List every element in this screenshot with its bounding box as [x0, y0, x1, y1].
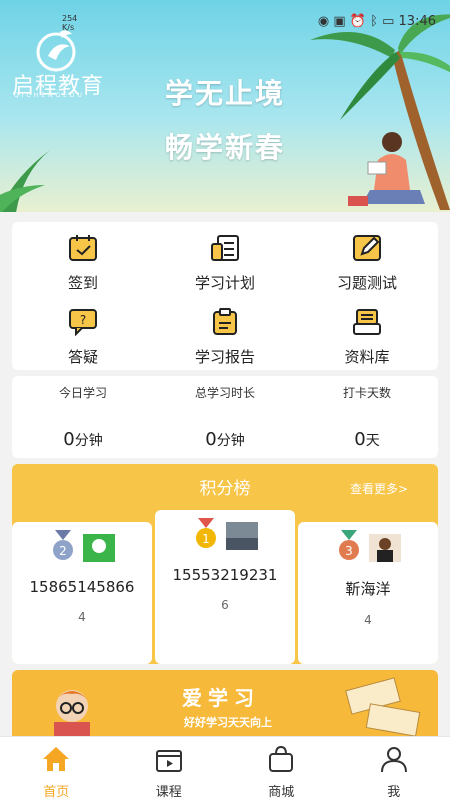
rank-score: 6 — [221, 598, 229, 612]
silver-medal-icon: 2 — [53, 530, 74, 560]
rank-third[interactable]: 3 靳海洋 4 — [298, 522, 438, 664]
home-icon — [43, 747, 70, 771]
stat-unit: 分钟 — [216, 433, 245, 449]
avatar — [82, 534, 115, 562]
reading-girl-illustration — [348, 132, 425, 206]
rank-name: 15865145866 — [29, 578, 135, 596]
rank-name: 15553219231 — [172, 566, 278, 584]
stat-title: 打卡天数 — [342, 386, 391, 400]
feature-study-plan[interactable]: 学习计划 — [154, 222, 296, 296]
rank-score: 4 — [78, 610, 86, 624]
stat-value: 0 — [354, 429, 366, 450]
stat-unit: 分钟 — [74, 433, 103, 449]
feature-library[interactable]: 资料库 — [296, 296, 438, 370]
rank-number: 2 — [60, 544, 68, 558]
tab-label: 商城 — [268, 785, 295, 800]
svg-text:?: ? — [80, 313, 86, 327]
tab-label: 课程 — [155, 785, 182, 800]
rank-second[interactable]: 2 15865145866 4 — [12, 522, 152, 664]
edit-test-icon — [353, 235, 381, 261]
rank-number: 3 — [346, 544, 354, 558]
feature-label: 资料库 — [344, 348, 390, 366]
rank-score: 4 — [364, 613, 372, 627]
shopping-bag-icon — [269, 745, 294, 772]
stat-unit: 天 — [365, 433, 380, 449]
report-clipboard-icon — [213, 308, 237, 335]
feature-label: 签到 — [67, 274, 98, 292]
tab-me[interactable]: 我 — [338, 737, 450, 800]
feature-label: 答疑 — [67, 348, 98, 366]
student-reading-illustration — [54, 690, 90, 740]
eye-icon: ◉ — [317, 14, 330, 29]
bronze-medal-icon: 3 — [339, 530, 360, 560]
brand-sub: QICHENGEDU — [14, 92, 85, 99]
feature-label: 学习计划 — [194, 274, 255, 292]
study-stats: 今日学习 0分钟 总学习时长 0分钟 打卡天数 0天 — [12, 376, 438, 458]
stat-value: 0 — [205, 429, 217, 450]
leaderboard: 积分榜 查看更多> 2 15865145866 4 1 15553219231 … — [12, 464, 438, 664]
slogan-line2: 畅学新春 — [165, 131, 286, 164]
calendar-check-icon — [69, 235, 97, 261]
gold-medal-icon: 1 — [196, 518, 217, 548]
question-chat-icon: ? — [69, 309, 97, 337]
feature-label: 习题测试 — [336, 274, 397, 292]
stat-total: 总学习时长 0分钟 — [154, 376, 296, 458]
feature-study-report[interactable]: 学习报告 — [154, 296, 296, 370]
status-time: 13:46 — [398, 14, 436, 29]
scrolls-illustration — [345, 677, 421, 737]
archive-tray-icon — [353, 309, 381, 335]
palm-leaf-decoration — [0, 150, 50, 212]
user-icon — [380, 747, 407, 773]
tab-label: 首页 — [43, 785, 70, 800]
plan-list-icon — [211, 235, 239, 261]
brand-logo-icon — [36, 30, 76, 72]
battery-icon: ▭ — [382, 14, 395, 29]
feature-grid: 签到 学习计划 习题测试 ? 答疑 学习报告 资料库 — [12, 222, 438, 370]
hero-banner: 254 K/s ◉ ▣ ⏰ ᛒ ▭ 13:46 启程教育 QICHENGEDU 学… — [0, 0, 450, 212]
rank-number: 1 — [203, 532, 211, 546]
stat-checkin-days: 打卡天数 0天 — [296, 376, 438, 458]
promo-title: 爱学习 — [182, 686, 260, 710]
stat-title: 总学习时长 — [194, 386, 255, 400]
promo-banner[interactable]: 爱学习 好好学习天天向上 — [12, 670, 438, 740]
tab-shop[interactable]: 商城 — [225, 737, 338, 800]
feature-sign-in[interactable]: 签到 — [12, 222, 154, 296]
nfc-icon: ▣ — [333, 14, 346, 29]
slogan-line1: 学无止境 — [165, 77, 286, 110]
bottom-tab-bar: 首页 课程 商城 我 — [0, 736, 450, 800]
feature-label: 学习报告 — [194, 348, 255, 366]
tab-label: 我 — [387, 785, 401, 800]
view-more-link[interactable]: 查看更多> — [350, 480, 408, 497]
tab-home[interactable]: 首页 — [0, 737, 113, 800]
alarm-icon: ⏰ — [349, 14, 366, 29]
avatar — [368, 534, 401, 562]
promo-subtitle: 好好学习天天向上 — [184, 716, 272, 729]
video-clapper-icon — [155, 750, 182, 772]
stat-title: 今日学习 — [58, 386, 107, 400]
stat-today: 今日学习 0分钟 — [12, 376, 154, 458]
rank-first[interactable]: 1 15553219231 6 — [155, 510, 295, 664]
stat-value: 0 — [63, 429, 75, 450]
tab-courses[interactable]: 课程 — [113, 737, 226, 800]
rank-name: 靳海洋 — [345, 580, 391, 598]
bluetooth-icon: ᛒ — [370, 14, 378, 29]
feature-qa[interactable]: ? 答疑 — [12, 296, 154, 370]
avatar — [225, 522, 258, 550]
feature-exercise-test[interactable]: 习题测试 — [296, 222, 438, 296]
